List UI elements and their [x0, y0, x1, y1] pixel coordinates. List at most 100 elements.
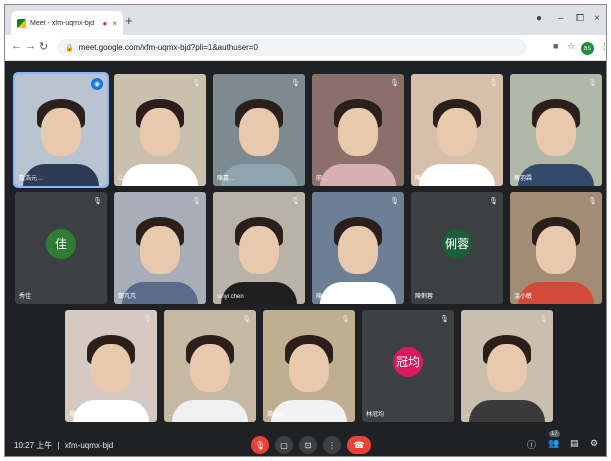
profile-avatar[interactable]: BS	[581, 42, 594, 55]
mic-muted-icon: 🎙	[539, 316, 548, 323]
participant-tile[interactable]: 🎙 蕭振文	[263, 310, 355, 422]
meeting-code: xfm-uqmx-bjd	[64, 441, 114, 450]
bookmark-star-icon[interactable]: ☆	[567, 41, 575, 52]
mic-muted-icon: 🎙	[489, 80, 498, 87]
chat-icon[interactable]: ▤	[570, 438, 579, 449]
participant-tile[interactable]: 🎙…	[461, 310, 553, 422]
participant-tile[interactable]: 🎙 溫小敏	[510, 192, 602, 304]
participant-video-feed	[114, 74, 206, 186]
new-tab-button[interactable]: +	[125, 13, 133, 28]
participant-tile[interactable]: 🎙 陳…	[312, 192, 404, 304]
participant-video-feed	[312, 74, 404, 186]
mic-toggle-button[interactable]: 🎙	[251, 436, 269, 454]
participant-name: sinyi chen	[217, 294, 244, 300]
participant-avatar: 冠均	[393, 346, 423, 377]
mic-muted-icon: 🎙	[390, 198, 399, 205]
participant-tile[interactable]: 🎙 陳嘉…	[213, 74, 305, 186]
mic-muted-icon: 🎙	[588, 198, 597, 205]
address-toolbar: ← → ↻ 🔒 meet.google.com/xfm-uqmx-bjd?pli…	[5, 35, 606, 61]
reload-icon[interactable]: ↻	[39, 40, 48, 53]
participant-video-feed	[411, 74, 503, 186]
mic-muted-icon: 🎙	[242, 316, 251, 323]
participant-name: 陳筱茹	[415, 176, 434, 182]
participant-tile[interactable]: 🎙 廖…	[312, 74, 404, 186]
participant-video-feed	[510, 192, 602, 304]
back-arrow-icon[interactable]: ←	[11, 40, 22, 52]
speaking-indicator-icon: ◉	[91, 78, 103, 90]
participant-video-feed	[312, 192, 404, 304]
minimize-button[interactable]: –	[558, 13, 564, 24]
mic-muted-icon: 🎙	[143, 316, 152, 323]
participant-tile[interactable]: 🎙 蔡羽霖	[510, 74, 602, 186]
participant-name: 藍浩元…	[19, 176, 44, 182]
meet-bottom-bar: 10:27 上午 | xfm-uqmx-bjd 🎙 ▢ ⊡ ⋮ ☎ ⓘ 17 👥	[5, 431, 606, 456]
participant-tile[interactable]: 🎙 Cattin Lin	[114, 74, 206, 186]
participant-tile[interactable]: 🎙 楊乙…	[65, 310, 157, 422]
participant-video-feed	[164, 310, 256, 422]
mic-muted-icon: 🎙	[291, 198, 300, 205]
more-vert-icon: ⋮	[328, 440, 336, 450]
camera-icon: ▢	[280, 440, 288, 450]
meet-favicon-icon	[17, 18, 26, 28]
forward-arrow-icon[interactable]: →	[25, 40, 36, 52]
participant-video-feed	[213, 74, 305, 186]
mic-muted-icon: 🎙	[588, 80, 597, 87]
participant-video-feed	[510, 74, 602, 186]
url-text: meet.google.com/xfm-uqmx-bjd?pli=1&authu…	[78, 43, 258, 52]
people-count-badge: 17	[549, 431, 560, 437]
present-button[interactable]: ⊡	[299, 436, 317, 454]
participant-name: 蕭振文	[267, 412, 286, 418]
menu-kebab-icon[interactable]: ⋮	[600, 41, 606, 52]
camera-toggle-button[interactable]: ▢	[275, 436, 293, 454]
mic-muted-icon: 🎙	[489, 198, 498, 205]
participant-video-feed	[263, 310, 355, 422]
camera-permission-icon[interactable]: ■	[553, 41, 558, 51]
participant-name: 楊乙…	[69, 412, 88, 418]
tab-strip: Meet - xfm-uqmx-bjd ● × + ● – ⧠ ×	[5, 5, 606, 35]
participant-tile[interactable]: 🎙 sinyi chen	[213, 192, 305, 304]
meeting-time: 10:27 上午	[14, 441, 53, 450]
mic-muted-icon: 🎙	[440, 316, 449, 323]
participant-tile[interactable]: ◉ 藍浩元…	[13, 72, 109, 188]
people-icon[interactable]: 👥	[548, 438, 559, 449]
mic-muted-icon: 🎙	[192, 80, 201, 87]
participant-tile[interactable]: 佳 🎙 秀佳	[15, 192, 107, 304]
participant-name: 陳…	[316, 294, 329, 300]
participant-video-feed	[213, 192, 305, 304]
lock-icon: 🔒	[65, 44, 74, 52]
participant-name: 鄭芃芃	[118, 294, 137, 300]
participant-tile[interactable]: 俐蓉 🎙 陳俐蓉	[411, 192, 503, 304]
close-window-button[interactable]: ×	[594, 13, 600, 24]
mic-muted-icon: 🎙	[192, 198, 201, 205]
participant-avatar: 俐蓉	[442, 228, 472, 259]
participant-name: 陳嘉…	[217, 176, 236, 182]
info-icon[interactable]: ⓘ	[527, 438, 536, 451]
record-indicator-icon[interactable]: ●	[536, 13, 542, 24]
tab-title: Meet - xfm-uqmx-bjd	[30, 19, 95, 27]
participant-video-feed	[461, 310, 553, 422]
maximize-button[interactable]: ⧠	[576, 13, 584, 24]
participant-tile[interactable]: 🎙 陳筱茹	[411, 74, 503, 186]
mic-muted-icon: 🎙	[341, 316, 350, 323]
participant-name: 林冠均	[366, 412, 385, 418]
present-screen-icon: ⊡	[304, 440, 312, 450]
mic-off-icon: 🎙	[254, 440, 266, 450]
participant-name: 陳俐蓉	[415, 294, 434, 300]
leave-call-button[interactable]: ☎	[347, 436, 371, 454]
meeting-info: 10:27 上午 | xfm-uqmx-bjd	[14, 440, 113, 451]
participant-video-feed	[15, 74, 107, 186]
activities-icon[interactable]: ⚙	[590, 438, 598, 449]
participant-name: 溫小敏	[514, 294, 533, 300]
participant-tile[interactable]: 🎙 鄭芃芃	[114, 192, 206, 304]
mic-muted-icon: 🎙	[390, 80, 399, 87]
participant-name: 蔡羽霖	[514, 176, 533, 182]
close-tab-icon[interactable]: ×	[112, 19, 117, 28]
participant-name: Cattin Lin	[118, 176, 144, 182]
browser-tab[interactable]: Meet - xfm-uqmx-bjd ● ×	[11, 11, 123, 35]
participant-tile[interactable]: 冠均 🎙 林冠均	[362, 310, 454, 422]
more-options-button[interactable]: ⋮	[323, 436, 341, 454]
address-bar[interactable]: 🔒 meet.google.com/xfm-uqmx-bjd?pli=1&aut…	[57, 39, 527, 56]
mic-muted-icon: 🎙	[93, 198, 102, 205]
participant-video-feed	[114, 192, 206, 304]
participant-tile[interactable]: 🎙…	[164, 310, 256, 422]
